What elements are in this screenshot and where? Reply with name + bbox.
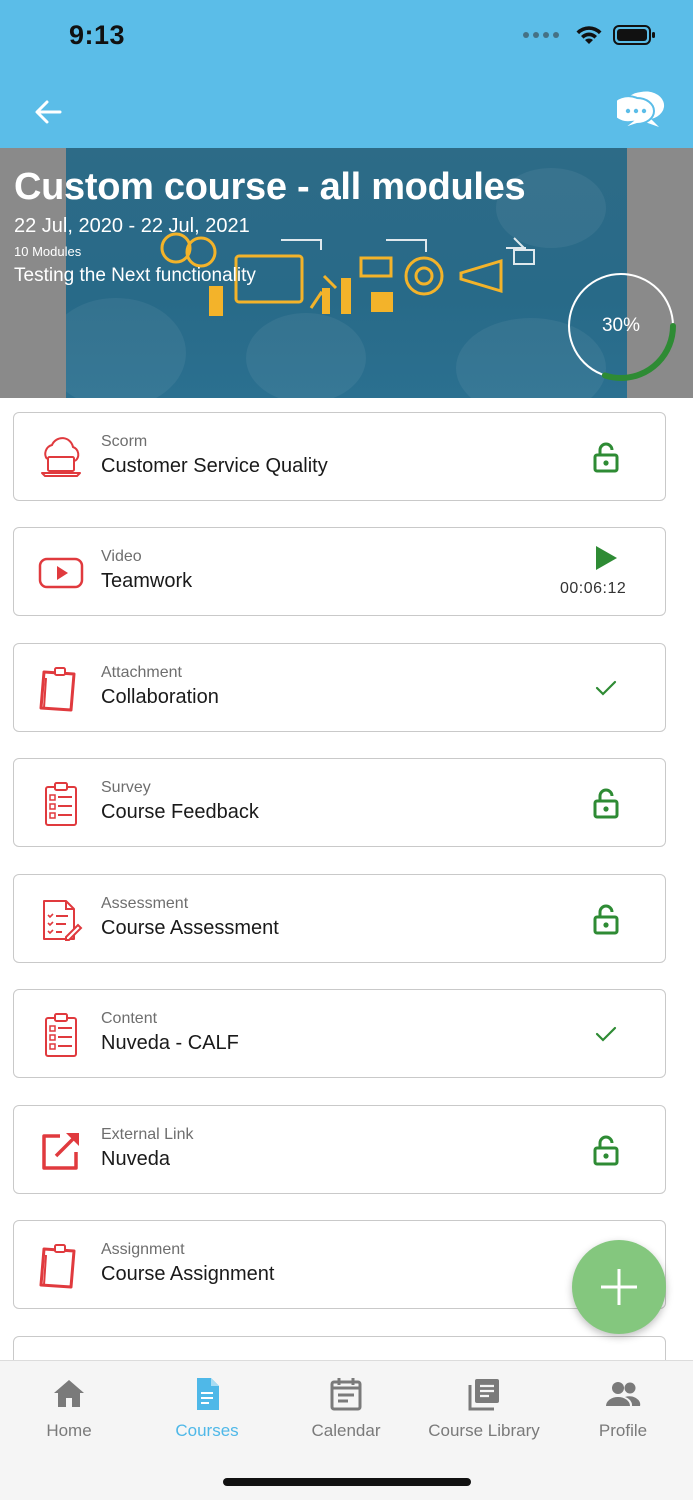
battery-icon bbox=[613, 25, 655, 45]
module-type: Assignment bbox=[101, 1241, 185, 1258]
tab-label: Home bbox=[46, 1421, 92, 1440]
people-icon bbox=[606, 1382, 641, 1406]
completed-status bbox=[588, 1016, 624, 1052]
clipboard-icon bbox=[39, 1244, 76, 1289]
course-description: Testing the Next functionality bbox=[14, 265, 256, 286]
unlock-icon bbox=[593, 904, 619, 935]
course-dates: 22 Jul, 2020 - 22 Jul, 2021 bbox=[14, 215, 250, 237]
chat-bubbles-icon bbox=[610, 91, 665, 130]
module-title: Collaboration bbox=[101, 686, 219, 708]
module-card[interactable]: Attachment Collaboration bbox=[13, 643, 666, 732]
module-title: Nuveda - CALF bbox=[101, 1032, 239, 1054]
external-link-icon bbox=[42, 1133, 79, 1170]
unlock-icon bbox=[593, 442, 619, 473]
status-time: 9:13 bbox=[69, 20, 126, 50]
module-type: Assessment bbox=[101, 895, 189, 912]
checklist-icon bbox=[45, 782, 77, 826]
module-card[interactable]: Survey Course Feedback bbox=[13, 758, 666, 847]
module-card-partial[interactable] bbox=[13, 1336, 666, 1360]
cloud-laptop-icon bbox=[41, 437, 81, 477]
plus-icon bbox=[601, 1269, 637, 1305]
home-icon bbox=[54, 1380, 84, 1407]
course-title: Custom course - all modules bbox=[14, 166, 526, 208]
module-title: Course Assignment bbox=[101, 1263, 275, 1285]
status-icons bbox=[523, 24, 657, 46]
add-button[interactable] bbox=[572, 1240, 666, 1334]
module-type: Video bbox=[101, 548, 142, 565]
checklist-icon bbox=[45, 1013, 77, 1057]
checkmark-icon bbox=[595, 680, 617, 696]
module-type: Content bbox=[101, 1010, 158, 1027]
module-title: Customer Service Quality bbox=[101, 455, 328, 477]
progress-label: 30% bbox=[601, 315, 641, 336]
tab-label: Profile bbox=[598, 1421, 648, 1440]
unlock-icon bbox=[593, 1135, 619, 1166]
assessment-icon bbox=[43, 900, 83, 941]
module-list: Scorm Customer Service Quality Video Tea… bbox=[0, 398, 693, 1360]
module-card[interactable]: Assessment Course Assessment bbox=[13, 874, 666, 963]
home-indicator bbox=[223, 1478, 471, 1486]
module-card[interactable]: Scorm Customer Service Quality bbox=[13, 412, 666, 501]
checkmark-icon bbox=[595, 1026, 617, 1042]
module-title: Teamwork bbox=[101, 570, 193, 592]
course-banner: Custom course - all modules 22 Jul, 2020… bbox=[0, 148, 693, 398]
calendar-icon bbox=[330, 1378, 362, 1411]
tab-label: Courses bbox=[175, 1421, 239, 1440]
video-play-icon bbox=[38, 557, 84, 589]
document-icon bbox=[197, 1378, 219, 1410]
module-type: External Link bbox=[101, 1126, 194, 1143]
unlock-icon bbox=[593, 788, 619, 819]
module-card[interactable]: Assignment Course Assignment bbox=[13, 1220, 666, 1309]
module-card[interactable]: Video Teamwork 00:06:12 bbox=[13, 527, 666, 616]
unlocked-status bbox=[588, 439, 624, 475]
app-bar bbox=[0, 80, 693, 148]
back-button[interactable] bbox=[28, 92, 68, 132]
play-icon bbox=[596, 546, 617, 570]
module-type: Scorm bbox=[101, 433, 148, 450]
module-count: 10 Modules bbox=[14, 244, 82, 259]
module-card[interactable]: External Link Nuveda bbox=[13, 1105, 666, 1194]
tab-courses[interactable]: Courses bbox=[138, 1361, 276, 1451]
module-card[interactable]: Content Nuveda - CALF bbox=[13, 989, 666, 1078]
tab-course-library[interactable]: Course Library bbox=[415, 1361, 553, 1451]
video-duration: 00:06:12 bbox=[560, 580, 627, 597]
cellular-signal-icon bbox=[523, 32, 559, 38]
tab-label: Course Library bbox=[428, 1421, 540, 1440]
module-title: Course Feedback bbox=[101, 801, 259, 823]
completed-status bbox=[588, 670, 624, 706]
module-type: Attachment bbox=[101, 664, 182, 681]
unlocked-status bbox=[588, 901, 624, 937]
arrow-left-icon bbox=[35, 100, 62, 124]
module-title: Course Assessment bbox=[101, 917, 279, 939]
tab-calendar[interactable]: Calendar bbox=[277, 1361, 415, 1451]
clipboard-icon bbox=[39, 667, 76, 712]
status-bar: 9:13 bbox=[0, 0, 693, 80]
tab-label: Calendar bbox=[311, 1421, 381, 1440]
play-button[interactable] bbox=[588, 540, 624, 576]
module-type: Survey bbox=[101, 779, 151, 796]
tab-home[interactable]: Home bbox=[0, 1361, 138, 1451]
unlocked-status bbox=[588, 1132, 624, 1168]
wifi-icon bbox=[576, 26, 602, 44]
tab-profile[interactable]: Profile bbox=[554, 1361, 692, 1451]
unlocked-status bbox=[588, 785, 624, 821]
module-title: Nuveda bbox=[101, 1148, 170, 1170]
chat-button[interactable] bbox=[610, 88, 665, 132]
library-icon bbox=[468, 1379, 499, 1411]
